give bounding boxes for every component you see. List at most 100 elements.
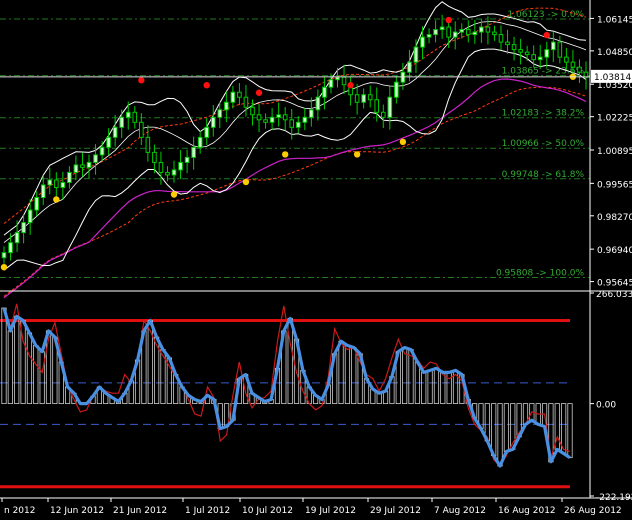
- forex-chart: 1.061451.048501.035201.022251.008950.995…: [0, 0, 632, 520]
- candle-body: [165, 171, 170, 176]
- time-tick-label: 21 Jun 2012: [113, 506, 167, 516]
- candle-body: [498, 34, 504, 43]
- candle-body: [47, 179, 53, 186]
- candle-body: [511, 44, 517, 51]
- candle-body: [256, 114, 262, 121]
- fractal-up-marker: [445, 16, 452, 24]
- candle-body: [544, 49, 550, 58]
- candle-body: [125, 111, 131, 118]
- fractal-down-marker: [353, 151, 361, 158]
- candle-body: [387, 96, 393, 118]
- candle-body: [433, 29, 438, 36]
- fractal-down-marker: [399, 138, 407, 146]
- candle-body: [224, 101, 229, 111]
- price-tick-label: 0.95645: [597, 279, 632, 289]
- candle-body: [171, 169, 177, 176]
- candle-body: [145, 136, 151, 153]
- candle-body: [518, 49, 523, 53]
- time-tick-label: 1 Jul 2012: [185, 506, 230, 516]
- candle-body: [67, 171, 72, 183]
- candle-body: [34, 197, 39, 211]
- candle-body: [380, 111, 386, 118]
- candle-body: [106, 136, 111, 148]
- fib-level-label: 0.95808 -> 100.0%: [496, 269, 584, 279]
- fractal-down-marker: [0, 263, 8, 271]
- candle-body: [204, 126, 210, 138]
- candle-body: [479, 26, 484, 33]
- time-tick-label: 29 Jul 2012: [370, 506, 421, 516]
- candle-body: [276, 114, 281, 118]
- fib-level-label: 1.06123 -> 0.0%: [507, 10, 584, 20]
- candle-body: [446, 26, 451, 38]
- candle-body: [564, 56, 569, 63]
- candle-body: [439, 26, 445, 31]
- candle-body: [263, 119, 268, 123]
- chart-background: [0, 0, 632, 520]
- fib-level-label: 0.99748 -> 61.8%: [502, 170, 585, 180]
- candle-body: [27, 209, 33, 224]
- osc-tick-label: 266.0337: [596, 290, 632, 300]
- candle-body: [217, 109, 223, 118]
- time-tick-label: 12 Jun 2012: [50, 506, 104, 516]
- candle-body: [184, 156, 190, 163]
- time-tick-label: 10 Jul 2012: [242, 506, 293, 516]
- fractal-down-marker: [170, 191, 178, 198]
- candle-body: [354, 94, 360, 103]
- candle-body: [86, 161, 92, 168]
- candle-body: [524, 51, 530, 56]
- candle-body: [577, 66, 582, 73]
- candle-body: [309, 109, 314, 118]
- candle-body: [178, 161, 183, 171]
- fractal-up-marker: [543, 31, 550, 39]
- fib-level-label: 1.00966 -> 50.0%: [502, 139, 585, 149]
- candle-body: [210, 116, 216, 128]
- candle-body: [282, 114, 288, 121]
- candle-body: [152, 151, 157, 163]
- candle-body: [269, 116, 275, 123]
- time-tick-label: n 2012: [4, 506, 35, 516]
- candle-body: [73, 164, 79, 173]
- candle-body: [8, 242, 13, 254]
- time-tick-label: 26 Aug 2012: [564, 506, 622, 516]
- fractal-up-marker: [203, 82, 210, 89]
- candle-body: [570, 61, 576, 68]
- price-tick-label: 0.99565: [597, 180, 632, 190]
- candle-body: [465, 29, 471, 36]
- fractal-down-marker: [53, 196, 60, 203]
- candle-body: [492, 31, 497, 36]
- candle-body: [407, 61, 412, 73]
- candle-body: [14, 232, 20, 244]
- fractal-up-marker: [255, 89, 263, 96]
- candle-body: [459, 29, 465, 33]
- last-price-label: 1.03814: [594, 73, 631, 83]
- candle-body: [119, 116, 125, 128]
- candle-body: [230, 91, 236, 103]
- candle-body: [531, 54, 536, 61]
- candle-body: [93, 154, 98, 163]
- candle-body: [367, 94, 373, 101]
- candle-body: [112, 126, 118, 138]
- candle-body: [420, 36, 425, 48]
- candle-body: [472, 31, 478, 36]
- candle-body: [394, 81, 399, 98]
- candle-body: [132, 111, 138, 123]
- candle-body: [335, 76, 340, 81]
- candle-body: [374, 99, 380, 113]
- candle-body: [361, 94, 366, 103]
- price-tick-label: 1.00895: [597, 147, 632, 157]
- fractal-down-marker: [281, 151, 289, 158]
- candle-body: [452, 31, 458, 38]
- candle-body: [295, 121, 301, 128]
- price-tick-label: 0.96940: [597, 246, 632, 256]
- candle-body: [322, 86, 327, 98]
- fractal-down-marker: [242, 178, 250, 186]
- candle-body: [158, 161, 164, 173]
- candle-body: [315, 96, 321, 111]
- candle-body: [485, 26, 491, 33]
- price-tick-label: 0.98270: [597, 213, 632, 223]
- candle-body: [557, 41, 563, 58]
- time-tick-label: 19 Jul 2012: [305, 506, 356, 516]
- candle-body: [197, 136, 203, 148]
- candle-body: [99, 146, 105, 156]
- candle-body: [60, 181, 66, 188]
